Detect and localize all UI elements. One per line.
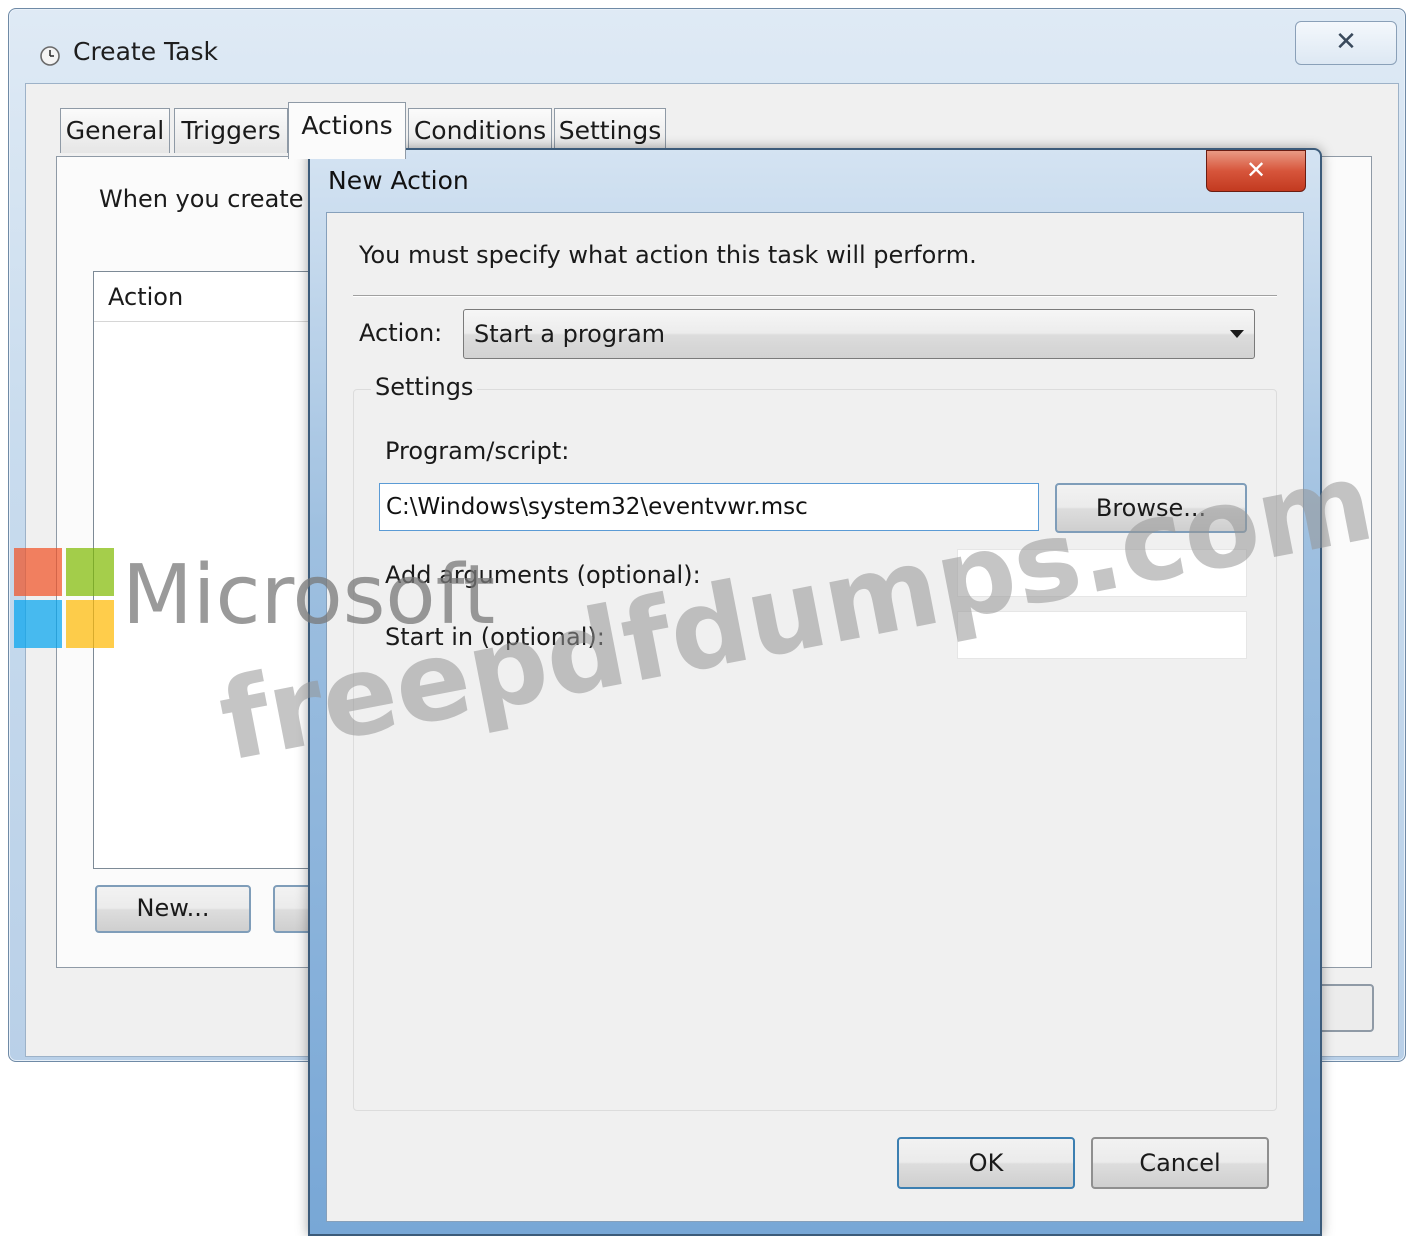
- dialog-title: New Action: [328, 166, 469, 195]
- ok-button[interactable]: OK: [897, 1137, 1075, 1189]
- close-icon[interactable]: ✕: [1206, 150, 1306, 192]
- chevron-down-icon: [1230, 330, 1244, 338]
- tab-general[interactable]: General: [60, 108, 170, 153]
- dialog-instruction: You must specify what action this task w…: [359, 241, 977, 269]
- logo-square-red: [14, 548, 62, 596]
- logo-square-blue: [14, 600, 62, 648]
- action-label: Action:: [359, 319, 443, 347]
- clock-icon: [40, 46, 60, 66]
- logo-square-green: [66, 548, 114, 596]
- tab-settings[interactable]: Settings: [554, 108, 666, 153]
- action-select-value: Start a program: [474, 320, 666, 348]
- microsoft-logo: [14, 548, 114, 648]
- tab-triggers[interactable]: Triggers: [174, 108, 288, 153]
- action-select[interactable]: Start a program: [463, 309, 1255, 359]
- outer-dialog-button[interactable]: [1316, 984, 1374, 1032]
- program-script-label: Program/script:: [385, 437, 570, 465]
- new-action-button[interactable]: New...: [95, 885, 251, 933]
- actions-description: When you create a: [99, 185, 326, 213]
- cancel-button[interactable]: Cancel: [1091, 1137, 1269, 1189]
- logo-square-yellow: [66, 600, 114, 648]
- divider: [353, 295, 1277, 297]
- close-icon[interactable]: ✕: [1295, 21, 1397, 65]
- window-title: Create Task: [73, 37, 218, 66]
- tab-actions[interactable]: Actions: [288, 102, 406, 159]
- tab-conditions[interactable]: Conditions: [408, 108, 552, 153]
- settings-group-label: Settings: [371, 373, 478, 401]
